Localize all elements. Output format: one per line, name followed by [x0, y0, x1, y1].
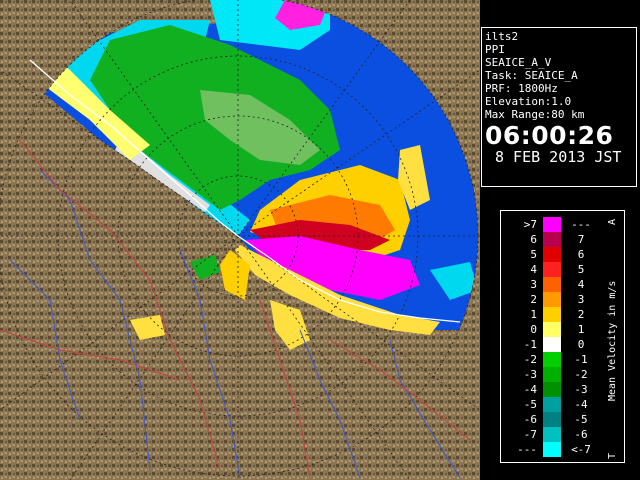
legend-left-label: 2 — [530, 293, 537, 306]
legend-left-label: 4 — [530, 263, 537, 276]
legend-title: Mean Velocity in m/s — [607, 281, 618, 401]
legend-right-label: -1 — [574, 353, 587, 366]
legend-swatch — [543, 307, 561, 322]
legend-left-label: --- — [517, 443, 537, 456]
scan-date: 8 FEB 2013 JST — [495, 148, 622, 166]
legend-left-label: 5 — [530, 248, 537, 261]
legend-left-label: -7 — [524, 428, 537, 441]
legend-right-label: -5 — [574, 413, 587, 426]
product-type: PPI — [485, 43, 505, 56]
legend-swatch — [543, 382, 561, 397]
legend-left-label: 1 — [530, 308, 537, 321]
legend-left-label: 6 — [530, 233, 537, 246]
legend-left-label: -5 — [524, 398, 537, 411]
legend-left-label: -3 — [524, 368, 537, 381]
legend-left-label: -4 — [524, 383, 538, 396]
legend-swatch — [543, 232, 561, 247]
scan-time: 06:00:26 — [485, 121, 614, 150]
legend-left-label: >7 — [524, 218, 537, 231]
legend-swatch — [543, 412, 561, 427]
legend-right-label: -4 — [574, 398, 588, 411]
max-range-value: Max Range:80 km — [485, 108, 585, 121]
radar-display: ilts2 PPI SEAICE_A_V Task: SEAICE_A PRF:… — [0, 0, 640, 480]
legend-swatch — [543, 442, 561, 457]
legend-left-label: 0 — [530, 323, 537, 336]
legend-left-label: -1 — [524, 338, 537, 351]
legend-swatch — [543, 397, 561, 412]
legend-swatch — [543, 322, 561, 337]
velocity-legend: >7 --- 6 7 5 6 4 5 3 4 2 3 1 2 0 1 -1 0 -2 -1 -3 -2 -4 -3 -5 -4 -6… — [500, 210, 625, 463]
legend-swatch — [543, 262, 561, 277]
legend-right-label: -2 — [574, 368, 587, 381]
legend-corner-bottom: T — [607, 453, 618, 459]
legend-right-label: --- — [571, 218, 591, 231]
legend-right-label: 4 — [578, 278, 585, 291]
legend-right-label: -6 — [574, 428, 587, 441]
field-name: SEAICE_A_V — [485, 56, 552, 69]
legend-swatch — [543, 292, 561, 307]
legend-right-label: 1 — [578, 323, 585, 336]
legend-right-label: 3 — [578, 293, 585, 306]
prf-value: PRF: 1800Hz — [485, 82, 558, 95]
site-name: ilts2 — [485, 30, 519, 43]
legend-left-label: 3 — [530, 278, 537, 291]
legend-swatch — [543, 367, 561, 382]
legend-swatch — [543, 352, 561, 367]
legend-swatch — [543, 427, 561, 442]
legend-right-label: <-7 — [571, 443, 591, 456]
legend-right-label: 6 — [578, 248, 585, 261]
legend-right-label: 7 — [578, 233, 585, 246]
legend-left-label: -6 — [524, 413, 537, 426]
legend-corner-top: A — [607, 219, 618, 225]
legend-swatch — [543, 247, 561, 262]
radar-ppi-view — [0, 0, 480, 480]
legend-left-label: -2 — [524, 353, 537, 366]
legend-right-label: 0 — [578, 338, 585, 351]
info-panel: ilts2 PPI SEAICE_A_V Task: SEAICE_A PRF:… — [481, 27, 637, 187]
legend-graphic: >7 --- 6 7 5 6 4 5 3 4 2 3 1 2 0 1 -1 0 -2 -1 -3 -2 -4 -3 -5 -4 -6… — [517, 217, 618, 459]
legend-right-label: 2 — [578, 308, 585, 321]
legend-right-label: -3 — [574, 383, 587, 396]
radar-image — [0, 0, 480, 480]
legend-swatch — [543, 217, 561, 232]
elevation-value: Elevation:1.0 — [485, 95, 572, 108]
task-name: Task: SEAICE_A — [485, 69, 578, 82]
legend-right-label: 5 — [578, 263, 585, 276]
legend-swatch — [543, 277, 561, 292]
legend-swatch — [543, 337, 561, 352]
